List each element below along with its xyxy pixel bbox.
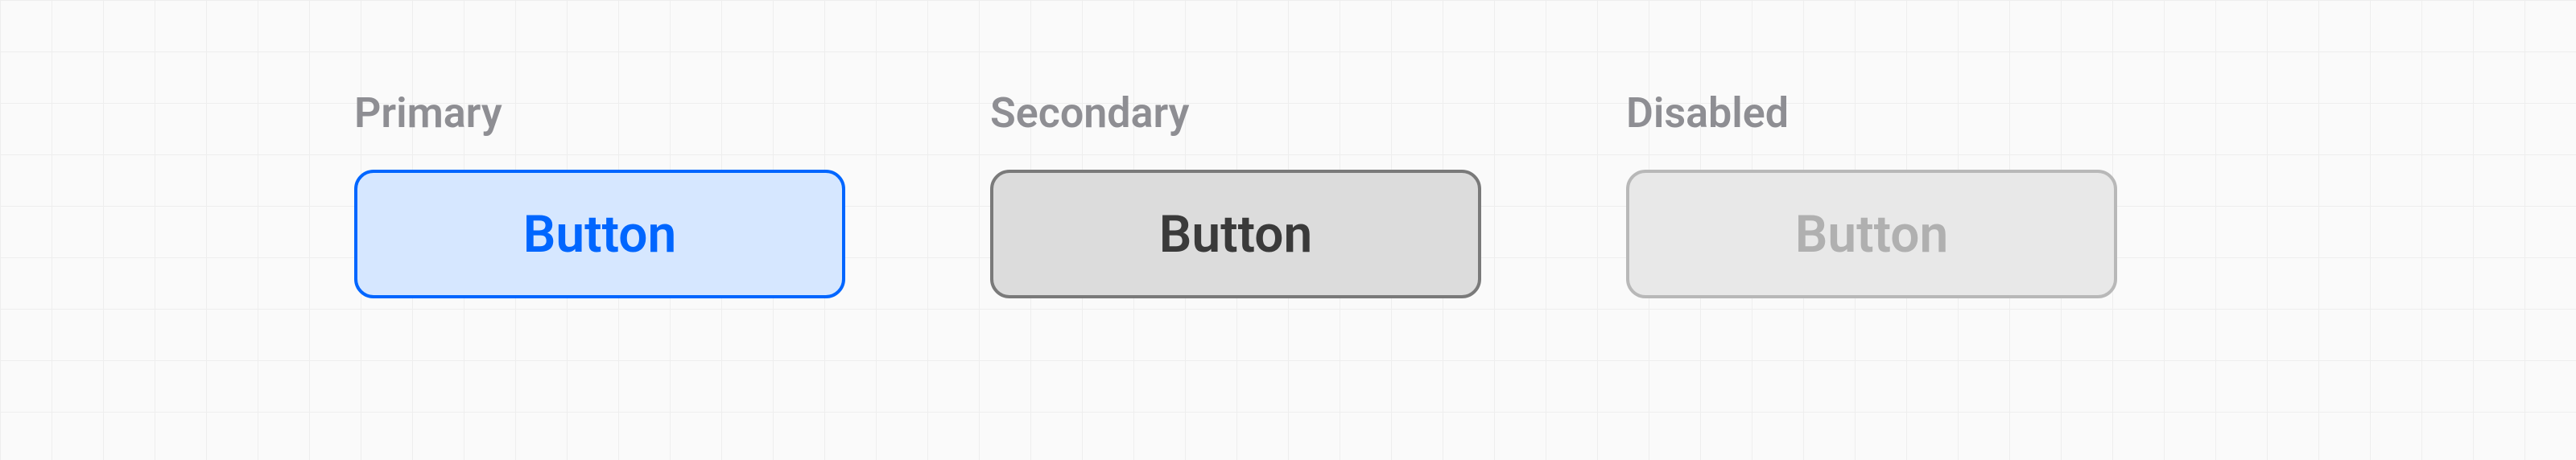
button-showcase: Primary Button Secondary Button Disabled…: [354, 88, 2117, 298]
disabled-button: Button: [1626, 170, 2117, 298]
disabled-button-label: Button: [1795, 204, 1949, 265]
secondary-button[interactable]: Button: [990, 170, 1481, 298]
secondary-button-label: Button: [1159, 204, 1313, 265]
primary-button-group: Primary Button: [354, 88, 845, 298]
disabled-button-group: Disabled Button: [1626, 88, 2117, 298]
primary-title-label: Primary: [354, 88, 845, 138]
disabled-title-label: Disabled: [1626, 88, 2117, 138]
primary-button-label: Button: [523, 204, 677, 265]
primary-button[interactable]: Button: [354, 170, 845, 298]
secondary-button-group: Secondary Button: [990, 88, 1481, 298]
secondary-title-label: Secondary: [990, 88, 1481, 138]
